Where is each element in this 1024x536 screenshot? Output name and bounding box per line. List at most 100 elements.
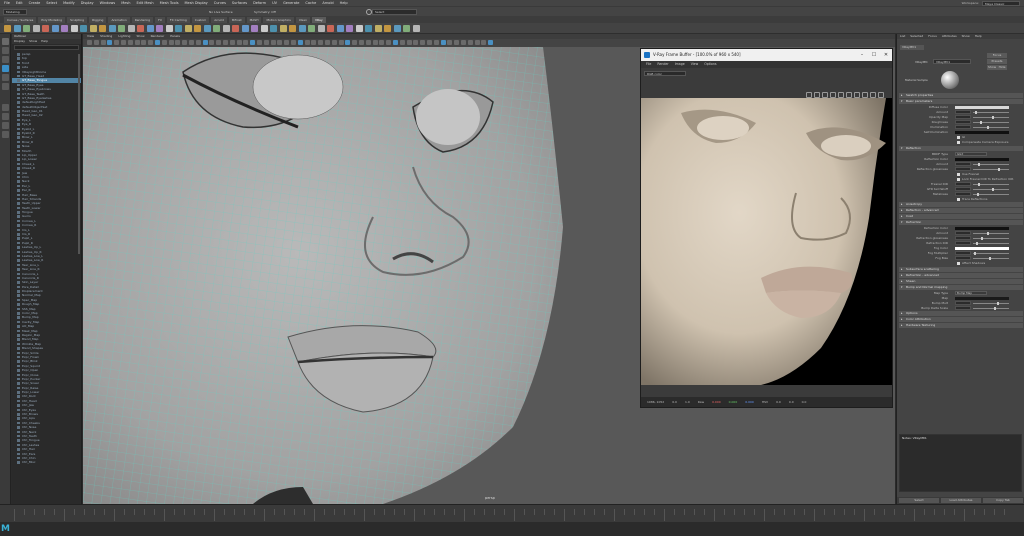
viewport-tool-icon[interactable]: [216, 40, 221, 45]
viewport-tool-icon[interactable]: [386, 40, 391, 45]
paint-select-icon[interactable]: [2, 56, 9, 63]
shelf-tool-icon[interactable]: [223, 25, 230, 32]
shelf-tool-icon[interactable]: [308, 25, 315, 32]
select-tool-icon[interactable]: [2, 38, 9, 45]
ae-slider[interactable]: [973, 122, 1009, 123]
ae-section-hardware-texturing[interactable]: Hardware Texturing: [899, 323, 1023, 328]
viewport-tool-icon[interactable]: [447, 40, 452, 45]
ae-number-field[interactable]: [955, 115, 971, 119]
shelf-tool-icon[interactable]: [118, 25, 125, 32]
viewport-tool-icon[interactable]: [475, 40, 480, 45]
ae-section-anisotropy[interactable]: Anisotropy: [899, 202, 1023, 207]
viewport-tool-icon[interactable]: [400, 40, 405, 45]
live-surface-label[interactable]: No Live Surface: [209, 9, 233, 15]
shelf-tool-icon[interactable]: [337, 25, 344, 32]
menu-item-edit-mesh[interactable]: Edit Mesh: [136, 1, 153, 5]
ae-number-field[interactable]: [955, 182, 971, 186]
viewport-tool-icon[interactable]: [189, 40, 194, 45]
menu-item-surfaces[interactable]: Surfaces: [232, 1, 247, 5]
ae-slider[interactable]: [973, 233, 1009, 234]
ae-slider[interactable]: [973, 169, 1009, 170]
shelf-tool-icon[interactable]: [109, 25, 116, 32]
shelf-tool-icon[interactable]: [356, 25, 363, 32]
viewport-tool-icon[interactable]: [291, 40, 296, 45]
ae-slider[interactable]: [973, 238, 1009, 239]
viewport-tool-icon[interactable]: [135, 40, 140, 45]
menu-item-arnold[interactable]: Arnold: [322, 1, 333, 5]
viewport-tool-icon[interactable]: [101, 40, 106, 45]
viewport-tool-icon[interactable]: [488, 40, 493, 45]
vfb-channel-select[interactable]: RGB color: [644, 71, 686, 76]
ae-node-field[interactable]: VRayMtl1: [933, 59, 971, 64]
viewport-tool-icon[interactable]: [209, 40, 214, 45]
ae-number-field[interactable]: [955, 251, 971, 255]
menu-item-cache[interactable]: Cache: [305, 1, 316, 5]
ae-show-button[interactable]: Show: [987, 65, 997, 70]
viewport-tool-icon[interactable]: [128, 40, 133, 45]
shelf-tool-icon[interactable]: [213, 25, 220, 32]
menu-item-mesh-display[interactable]: Mesh Display: [185, 1, 208, 5]
ae-number-field[interactable]: [955, 162, 971, 166]
viewport-tool-icon[interactable]: [441, 40, 446, 45]
ae-color-swatch[interactable]: [955, 247, 1009, 250]
ae-section-bump-and-normal-mapping[interactable]: Bump and Normal mapping: [899, 285, 1023, 290]
menu-item-deform[interactable]: Deform: [253, 1, 266, 5]
shelf-tool-icon[interactable]: [90, 25, 97, 32]
ae-color-swatch[interactable]: [955, 227, 1009, 230]
viewport-tool-icon[interactable]: [169, 40, 174, 45]
viewport-tool-icon[interactable]: [271, 40, 276, 45]
shelf-tool-icon[interactable]: [99, 25, 106, 32]
viewport-tool-icon[interactable]: [407, 40, 412, 45]
ae-checkbox[interactable]: [957, 136, 960, 139]
viewport-tool-icon[interactable]: [121, 40, 126, 45]
ae-checkbox[interactable]: [957, 173, 960, 176]
viewport-tool-icon[interactable]: [413, 40, 418, 45]
ae-checkbox[interactable]: [957, 141, 960, 144]
viewport-tool-icon[interactable]: [175, 40, 180, 45]
ae-slider[interactable]: [973, 243, 1009, 244]
shelf-tool-icon[interactable]: [52, 25, 59, 32]
viewport-tool-icon[interactable]: [359, 40, 364, 45]
outliner-menu-help[interactable]: Help: [41, 39, 48, 44]
ae-number-field[interactable]: [955, 110, 971, 114]
move-tool-icon[interactable]: [2, 65, 9, 72]
ae-tab-list[interactable]: List: [900, 34, 905, 39]
mode-dropdown[interactable]: Modeling: [3, 9, 27, 15]
viewport-tool-icon[interactable]: [162, 40, 167, 45]
ae-slider[interactable]: [973, 164, 1009, 165]
viewport-tool-icon[interactable]: [461, 40, 466, 45]
ae-tab-selected[interactable]: Selected: [910, 34, 923, 39]
ae-slider[interactable]: [973, 127, 1009, 128]
ae-hide-button[interactable]: Hide: [997, 65, 1007, 70]
viewport-tool-icon[interactable]: [148, 40, 153, 45]
viewport-tool-icon[interactable]: [284, 40, 289, 45]
ae-tab-focus[interactable]: Focus: [928, 34, 937, 39]
outliner-item[interactable]: Ctrl_Misc: [12, 460, 81, 464]
ae-section-refraction-advanced[interactable]: Refraction - advanced: [899, 273, 1023, 278]
menu-item-mesh-tools[interactable]: Mesh Tools: [160, 1, 179, 5]
ae-number-field[interactable]: [955, 125, 971, 129]
ae-number-field[interactable]: [955, 236, 971, 240]
ae-section-sheen[interactable]: Sheen: [899, 279, 1023, 284]
ae-slider[interactable]: [973, 303, 1009, 304]
outliner-search-input[interactable]: [14, 45, 79, 50]
close-icon[interactable]: ✕: [880, 49, 892, 61]
ae-slider[interactable]: [973, 189, 1009, 190]
ae-section-refraction[interactable]: Refraction: [899, 220, 1023, 225]
shelf-tool-icon[interactable]: [251, 25, 258, 32]
shelf-tool-icon[interactable]: [166, 25, 173, 32]
ae-section-reflection[interactable]: Reflection: [899, 146, 1023, 151]
ae-number-field[interactable]: [955, 256, 971, 260]
viewport-tool-icon[interactable]: [155, 40, 160, 45]
ae-slider[interactable]: [973, 308, 1009, 309]
shelf-tool-icon[interactable]: [280, 25, 287, 32]
viewport-tool-icon[interactable]: [393, 40, 398, 45]
viewport-tool-icon[interactable]: [305, 40, 310, 45]
ae-number-field[interactable]: [955, 167, 971, 171]
ae-color-swatch[interactable]: [955, 131, 1009, 134]
shelf-tool-icon[interactable]: [242, 25, 249, 32]
ae-section-reflection-advanced[interactable]: Reflection - advanced: [899, 208, 1023, 213]
viewport-tool-icon[interactable]: [203, 40, 208, 45]
ae-slider[interactable]: [973, 253, 1009, 254]
ae-section-swatch-properties[interactable]: Swatch properties: [899, 93, 1023, 98]
